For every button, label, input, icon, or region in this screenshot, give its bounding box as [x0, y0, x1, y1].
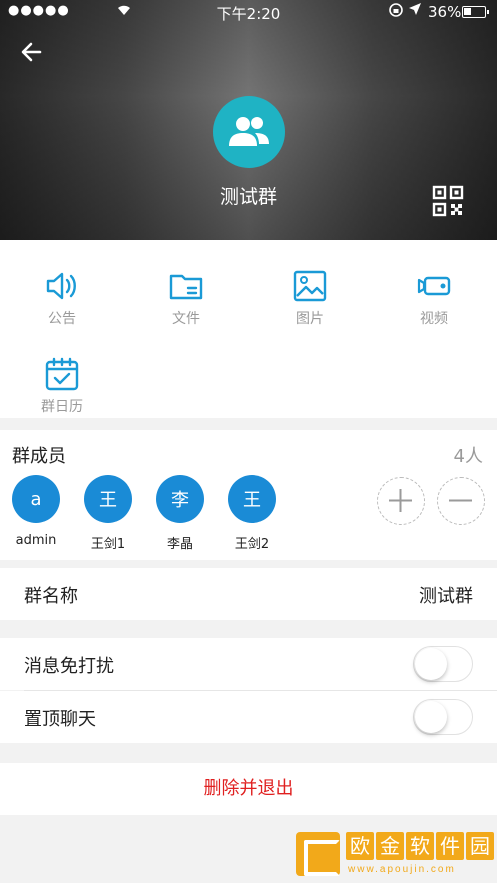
feature-label: 图片 [296, 311, 324, 327]
minus-icon [449, 499, 472, 502]
feature-label: 文件 [172, 311, 200, 327]
rotation-lock-icon [388, 2, 404, 22]
member-name: 李晶 [166, 537, 193, 552]
member-name: admin [15, 533, 57, 548]
member-item[interactable]: 王 王剑1 [78, 475, 138, 552]
group-name-row[interactable]: 群名称 测试群 [0, 568, 497, 620]
watermark-url: www.apoujin.com [348, 864, 456, 875]
announcement-icon [46, 272, 76, 300]
watermark-char: 欧 [346, 832, 374, 860]
video-icon [417, 276, 451, 296]
delete-and-exit-button[interactable]: 删除并退出 [0, 763, 497, 815]
image-icon [293, 270, 327, 302]
member-name: 王剑2 [234, 537, 270, 552]
remove-member-button[interactable] [437, 477, 485, 525]
toggle-knob [415, 701, 447, 733]
calendar-icon [45, 357, 79, 391]
watermark-char: 件 [436, 832, 464, 860]
location-arrow-icon [408, 2, 422, 20]
toggle-knob [415, 648, 447, 680]
qr-code-icon[interactable] [432, 185, 464, 217]
member-item[interactable]: 王 王剑2 [222, 475, 282, 552]
status-bar: ●●●●● 下午2:20 36% [0, 0, 497, 24]
pin-chat-label: 置顶聊天 [24, 709, 96, 730]
back-arrow-icon[interactable] [18, 38, 46, 66]
group-name-value: 测试群 [419, 586, 473, 607]
status-time: 下午2:20 [216, 5, 281, 23]
feature-announcement[interactable]: 公告 [12, 268, 112, 328]
do-not-disturb-row: 消息免打扰 [0, 638, 497, 690]
members-count: 4人 [453, 446, 483, 467]
feature-calendar[interactable]: 群日历 [12, 356, 112, 416]
avatar: 王 [228, 475, 276, 523]
feature-label: 群日历 [41, 399, 83, 415]
feature-files[interactable]: 文件 [136, 268, 236, 328]
watermark-logo: 欧 金 软 件 园 www.apoujin.com [296, 830, 494, 878]
avatar: 李 [156, 475, 204, 523]
member-item[interactable]: 李 李晶 [150, 475, 210, 552]
feature-label: 视频 [420, 311, 448, 327]
pin-chat-toggle[interactable] [413, 699, 473, 735]
folder-icon [169, 274, 203, 300]
members-title: 群成员 [12, 446, 66, 467]
group-header: ●●●●● 下午2:20 36% 测试群 [0, 0, 497, 240]
do-not-disturb-label: 消息免打扰 [24, 656, 114, 677]
feature-video[interactable]: 视频 [384, 268, 484, 328]
watermark-emblem [296, 832, 340, 876]
plus-icon [389, 489, 412, 512]
pin-chat-row: 置顶聊天 [0, 691, 497, 743]
group-people-icon [229, 117, 269, 146]
avatar: 王 [84, 475, 132, 523]
member-name: 王剑1 [90, 537, 126, 552]
watermark-text: 欧 金 软 件 园 [346, 832, 494, 862]
do-not-disturb-toggle[interactable] [413, 646, 473, 682]
feature-label: 公告 [48, 311, 76, 327]
member-item[interactable]: a admin [6, 475, 66, 548]
feature-images[interactable]: 图片 [260, 268, 360, 328]
battery-percent: 36% [428, 3, 462, 21]
add-member-button[interactable] [377, 477, 425, 525]
watermark-char: 园 [466, 832, 494, 860]
group-avatar [213, 96, 285, 168]
watermark-char: 软 [406, 832, 434, 860]
feature-grid: 公告 文件 图片 视频 群日历 [0, 240, 497, 418]
group-name-label: 群名称 [24, 586, 78, 607]
watermark-char: 金 [376, 832, 404, 860]
avatar: a [12, 475, 60, 523]
battery-icon [462, 6, 489, 18]
group-title: 测试群 [219, 186, 277, 208]
